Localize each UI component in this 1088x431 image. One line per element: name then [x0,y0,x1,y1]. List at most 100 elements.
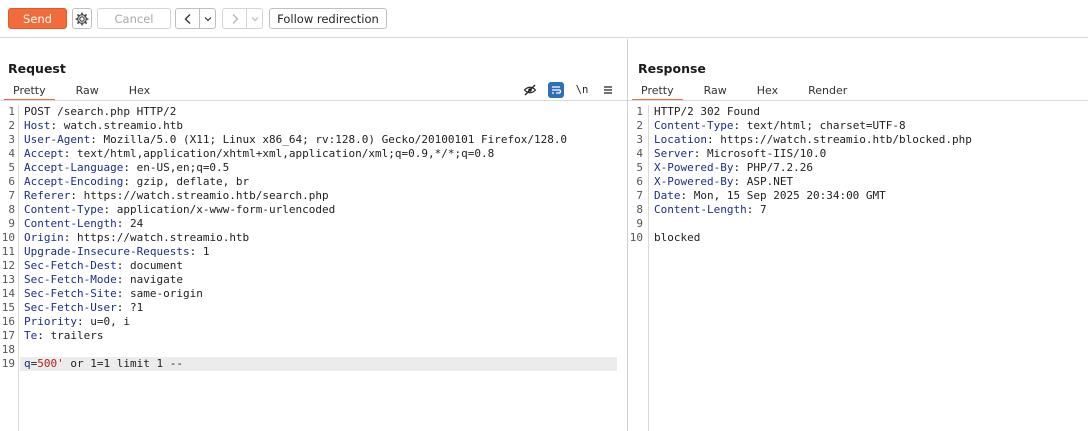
code-line[interactable]: 10 blocked [628,231,1088,245]
request-editor[interactable]: 1 POST /search.php HTTP/2 2 Host: watch.str… [0,105,627,431]
code-line[interactable]: 7 Referer: https://watch.streamio.htb/sea… [0,189,627,203]
header-name: Sec-Fetch-Mode [24,273,117,286]
request-tabs: Pretty Raw Hex [4,82,159,101]
code-line[interactable]: 5 X-Powered-By: PHP/7.2.26 [628,161,1088,175]
line-number: 19 [1,357,15,370]
code-line[interactable]: 6 X-Powered-By: ASP.NET [628,175,1088,189]
line-content: Content-Length: 7 [654,203,767,217]
header-name: Referer [24,189,71,202]
line-content: Accept-Encoding: gzip, deflate, br [24,175,249,189]
line-number: 12 [1,259,15,272]
code-line[interactable]: 15 Sec-Fetch-User: ?1 [0,301,627,315]
line-number: 6 [636,175,643,188]
cancel-button[interactable]: Cancel [97,8,171,29]
gear-icon [75,11,89,26]
code-line[interactable]: 9 [628,217,1088,231]
header-value: : text/html,application/xhtml+xml,applic… [63,147,495,160]
tab-request-pretty[interactable]: Pretty [4,82,55,101]
code-line[interactable]: 2 Content-Type: text/html; charset=UTF-8 [628,119,1088,133]
line-content: X-Powered-By: PHP/7.2.26 [654,161,813,175]
follow-redirection-button[interactable]: Follow redirection [269,8,387,29]
header-name: Accept-Encoding [24,175,124,188]
newline-icon[interactable]: \n [574,82,590,98]
code-line[interactable]: 16 Priority: u=0, i [0,315,627,329]
chevron-down-icon [251,16,258,21]
tab-response-render[interactable]: Render [799,82,856,101]
header-name: Server [654,147,694,160]
back-button[interactable] [175,8,200,29]
hide-icon[interactable] [522,82,538,98]
header-value: : https://watch.streamio.htb/blocked.php [706,133,972,146]
line-number: 2 [636,119,643,132]
header-name: Sec-Fetch-Site [24,287,117,300]
request-panel-title: Request [8,61,66,76]
tab-request-hex[interactable]: Hex [120,82,159,101]
header-name: Content-Type [24,203,104,216]
code-line[interactable]: 17 Te: trailers [0,329,627,343]
code-line[interactable]: 2 Host: watch.streamio.htb [0,119,627,133]
line-number: 17 [1,329,15,342]
tab-response-pretty[interactable]: Pretty [632,82,683,101]
tab-request-raw[interactable]: Raw [67,82,108,101]
line-number: 8 [8,203,15,216]
line-content: Content-Type: application/x-www-form-url… [24,203,335,217]
line-content: blocked [654,231,701,244]
header-name: Content-Length [24,217,117,230]
code-line[interactable]: 4 Accept: text/html,application/xhtml+xml… [0,147,627,161]
line-number: 14 [1,287,15,300]
code-line[interactable]: 3 Location: https://watch.streamio.htb/bl… [628,133,1088,147]
header-value: : document [116,259,183,272]
line-content: Date: Mon, 15 Sep 2025 20:34:00 GMT [654,189,886,203]
settings-button[interactable] [72,8,92,29]
header-value: : gzip, deflate, br [123,175,250,188]
response-editor[interactable]: 1 HTTP/2 302 Found 2 Content-Type: text/htm… [628,105,1088,431]
code-line[interactable]: 19 q=500' or 1=1 limit 1 -- [0,357,627,371]
code-line[interactable]: 10 Origin: https://watch.streamio.htb [0,231,627,245]
header-name: Priority [24,315,77,328]
line-content: Sec-Fetch-Dest: document [24,259,183,273]
code-line[interactable]: 4 Server: Microsoft-IIS/10.0 [628,147,1088,161]
line-content: Sec-Fetch-User: ?1 [24,301,143,315]
code-line[interactable]: 9 Content-Length: 24 [0,217,627,231]
header-name: X-Powered-By [654,161,734,174]
request-tabs-divider [0,100,627,101]
code-line[interactable]: 14 Sec-Fetch-Site: same-origin [0,287,627,301]
header-name: Accept-Language [24,161,124,174]
tab-response-hex[interactable]: Hex [748,82,787,101]
code-line[interactable]: 6 Accept-Encoding: gzip, deflate, br [0,175,627,189]
chevron-right-icon [232,13,238,24]
line-number: 3 [8,133,15,146]
forward-history-dropdown[interactable] [247,8,263,29]
line-number: 4 [8,147,15,160]
line-content: Upgrade-Insecure-Requests: 1 [24,245,209,259]
send-button[interactable]: Send [8,8,67,29]
header-value: : https://watch.streamio.htb [63,231,250,244]
response-tabs: Pretty Raw Hex Render [632,82,856,101]
menu-icon[interactable] [600,82,616,98]
header-value: : text/html; charset=UTF-8 [733,119,906,132]
code-line[interactable]: 1 POST /search.php HTTP/2 [0,105,627,119]
code-line[interactable]: 13 Sec-Fetch-Mode: navigate [0,273,627,287]
header-name: User-Agent [24,133,91,146]
wrap-lines-icon[interactable] [548,82,564,98]
line-content: POST /search.php HTTP/2 [24,105,177,118]
line-number: 7 [636,189,643,202]
line-number: 16 [1,315,15,328]
code-line[interactable]: 18 [0,343,627,357]
code-line[interactable]: 1 HTTP/2 302 Found [628,105,1088,119]
back-history-dropdown[interactable] [200,8,216,29]
param-value: 500' [37,357,64,370]
code-line[interactable]: 8 Content-Type: application/x-www-form-ur… [0,203,627,217]
header-name: Location [654,133,707,146]
line-number: 6 [8,175,15,188]
code-line[interactable]: 3 User-Agent: Mozilla/5.0 (X11; Linux x86… [0,133,627,147]
line-number: 7 [8,189,15,202]
forward-button[interactable] [222,8,247,29]
code-line[interactable]: 8 Content-Length: 7 [628,203,1088,217]
code-line[interactable]: 12 Sec-Fetch-Dest: document [0,259,627,273]
code-line[interactable]: 11 Upgrade-Insecure-Requests: 1 [0,245,627,259]
header-name: Upgrade-Insecure-Requests [24,245,190,258]
tab-response-raw[interactable]: Raw [695,82,736,101]
code-line[interactable]: 7 Date: Mon, 15 Sep 2025 20:34:00 GMT [628,189,1088,203]
code-line[interactable]: 5 Accept-Language: en-US,en;q=0.5 [0,161,627,175]
